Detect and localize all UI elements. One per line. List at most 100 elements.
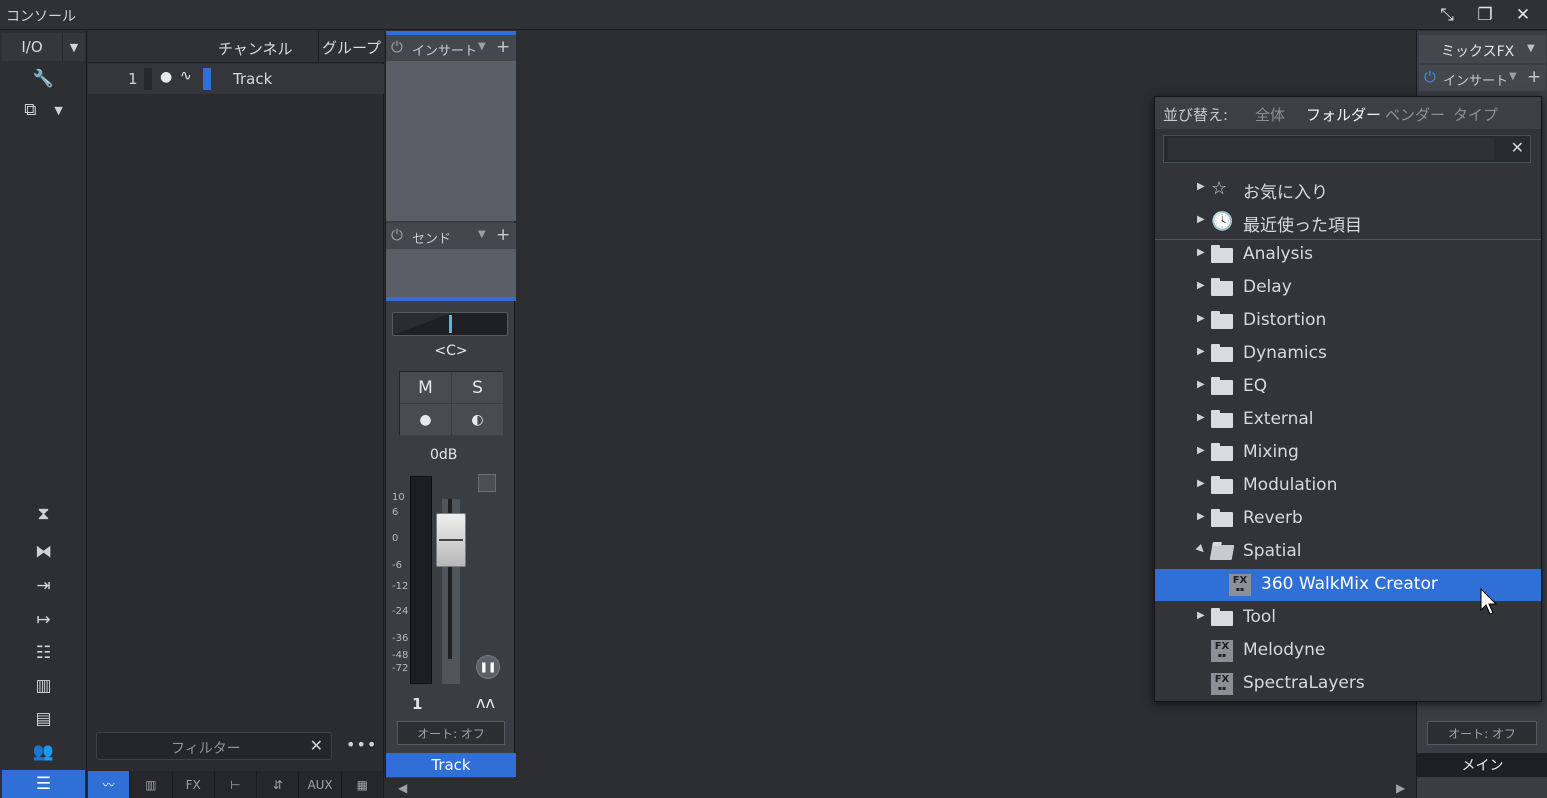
scroll-left-icon[interactable]: ◀: [398, 781, 407, 795]
keyboard-icon[interactable]: ▥: [2, 671, 85, 701]
strip-accent: [386, 297, 516, 301]
power-icon[interactable]: ⏻: [391, 226, 403, 244]
collapse-icon[interactable]: ⤡: [1434, 3, 1460, 27]
tab-group[interactable]: グループ: [318, 31, 384, 63]
sort-type[interactable]: タイプ: [1453, 104, 1498, 125]
channel-row[interactable]: 1 ● ∿ Track: [88, 64, 384, 94]
adjust-icon[interactable]: ⇵: [257, 771, 300, 798]
pause-icon[interactable]: ❚❚: [476, 655, 500, 679]
send-slot-area[interactable]: [386, 249, 516, 297]
record-icon[interactable]: ●: [400, 404, 451, 435]
restore-icon[interactable]: ❐: [1472, 3, 1498, 27]
io-label[interactable]: I/O: [2, 33, 62, 61]
expand-arrow-icon[interactable]: ▶: [1197, 280, 1205, 291]
tree-folder-eq[interactable]: ▶ EQ: [1155, 371, 1541, 403]
wrench-icon[interactable]: 🔧: [2, 64, 85, 94]
stack-icon[interactable]: ▤: [2, 704, 85, 734]
tree-item-favorites[interactable]: ▶ ☆ お気に入り: [1155, 173, 1541, 205]
solo-button[interactable]: S: [452, 372, 503, 403]
add-insert-icon[interactable]: +: [1527, 67, 1541, 87]
waveform-icon[interactable]: 〰: [88, 771, 131, 798]
output-icon[interactable]: ⊢: [215, 771, 258, 798]
close-icon[interactable]: ✕: [1510, 3, 1536, 27]
expand-arrow-icon[interactable]: ▶: [1197, 214, 1205, 225]
chevron-down-icon[interactable]: ▼: [1527, 43, 1535, 54]
tree-folder-delay[interactable]: ▶ Delay: [1155, 272, 1541, 304]
tree-plugin-spectralayers[interactable]: FX ▪▪ SpectraLayers: [1155, 668, 1541, 700]
tab-channel[interactable]: チャンネル: [218, 38, 293, 59]
collapse-arrow-icon[interactable]: ▶: [1194, 543, 1207, 556]
expand-horizontal-icon[interactable]: ⧓: [2, 537, 85, 567]
expand-arrow-icon[interactable]: ▶: [1197, 313, 1205, 324]
channel-list-header: チャンネル グループ: [88, 31, 384, 63]
folder-icon: [1211, 410, 1233, 428]
mixfx-selector[interactable]: ミックスFX ▼: [1419, 35, 1546, 63]
chevron-down-icon[interactable]: ▼: [478, 229, 486, 240]
add-insert-icon[interactable]: +: [496, 37, 510, 57]
tree-folder-external[interactable]: ▶ External: [1155, 404, 1541, 436]
tree-folder-spatial[interactable]: ▶ Spatial: [1155, 536, 1541, 568]
add-send-icon[interactable]: +: [496, 225, 510, 245]
clear-filter-icon[interactable]: ✕: [310, 736, 323, 755]
monitor-icon[interactable]: ◐: [452, 404, 503, 435]
tree-item-label: SpectraLayers: [1243, 673, 1365, 693]
chevron-down-icon[interactable]: ▼: [1509, 71, 1517, 82]
sort-all[interactable]: 全体: [1255, 104, 1285, 125]
tree-folder-distortion[interactable]: ▶ Distortion: [1155, 305, 1541, 337]
horizontal-scrollbar[interactable]: ◀ ▶: [398, 780, 1416, 798]
input-icon[interactable]: ⇥: [2, 571, 85, 601]
expand-arrow-icon[interactable]: ▶: [1197, 379, 1205, 390]
insert-slot-area[interactable]: [386, 61, 516, 221]
expand-arrow-icon[interactable]: ▶: [1197, 610, 1205, 621]
collapse-vertical-icon[interactable]: ⧗: [2, 499, 85, 529]
power-icon[interactable]: ⏻: [1424, 68, 1436, 86]
grid-icon[interactable]: ▦: [342, 771, 384, 798]
mute-button[interactable]: M: [400, 372, 451, 403]
tree-item-recent[interactable]: ▶ 🕓 最近使った項目: [1155, 206, 1541, 238]
expand-arrow-icon[interactable]: ▶: [1197, 412, 1205, 423]
expand-arrow-icon[interactable]: ▶: [1197, 181, 1205, 192]
expand-arrow-icon[interactable]: ▶: [1197, 247, 1205, 258]
plug-icon[interactable]: ⧉ ▼: [2, 95, 85, 125]
expand-arrow-icon[interactable]: ▶: [1197, 511, 1205, 522]
expand-arrow-icon[interactable]: ▶: [1197, 346, 1205, 357]
insert-header: ⏻ インサート ▼ +: [386, 35, 516, 61]
tree-folder-analysis[interactable]: ▶ Analysis: [1155, 239, 1541, 271]
volume-fader[interactable]: [436, 513, 466, 567]
main-insert-label: インサート: [1443, 74, 1509, 89]
automation-button[interactable]: オート: オフ: [397, 721, 505, 745]
power-icon[interactable]: ⏻: [391, 38, 403, 56]
pan-knob[interactable]: [392, 312, 508, 336]
list-icon[interactable]: ☰: [2, 770, 85, 798]
sort-folder[interactable]: フォルダー: [1306, 104, 1381, 125]
tree-folder-dynamics[interactable]: ▶ Dynamics: [1155, 338, 1541, 370]
mixer-icon[interactable]: ☷: [2, 638, 85, 668]
strip-name[interactable]: Track: [386, 753, 516, 777]
keyboard-icon[interactable]: ▥: [130, 771, 173, 798]
tree-plugin-melodyne[interactable]: FX ▪▪ Melodyne: [1155, 635, 1541, 667]
io-selector[interactable]: I/O ▼: [2, 33, 85, 61]
main-strip-name[interactable]: メイン: [1417, 753, 1547, 777]
tree-folder-reverb[interactable]: ▶ Reverb: [1155, 503, 1541, 535]
sort-vendor[interactable]: ベンダー: [1385, 104, 1445, 125]
chevron-down-icon[interactable]: ▼: [62, 33, 85, 61]
scroll-right-icon[interactable]: ▶: [1396, 781, 1405, 795]
plugin-search[interactable]: ✕: [1163, 135, 1531, 163]
expand-arrow-icon[interactable]: ▶: [1197, 445, 1205, 456]
people-icon[interactable]: 👥: [2, 737, 85, 767]
plugin-search-input[interactable]: [1168, 138, 1494, 160]
tab-aux[interactable]: AUX: [299, 771, 342, 798]
tab-fx[interactable]: FX: [173, 771, 215, 798]
chevron-down-icon[interactable]: ▼: [478, 41, 486, 52]
output-icon[interactable]: ↦: [2, 605, 85, 635]
filter-input[interactable]: フィルター ✕: [96, 732, 332, 760]
main-automation-button[interactable]: オート: オフ: [1427, 721, 1537, 745]
more-options-button[interactable]: •••: [346, 735, 377, 754]
tree-folder-mixing[interactable]: ▶ Mixing: [1155, 437, 1541, 469]
waveform-icon[interactable]: ᴧᴧ: [476, 693, 495, 712]
clear-search-icon[interactable]: ✕: [1511, 138, 1524, 157]
expand-icon[interactable]: [478, 474, 496, 492]
expand-arrow-icon[interactable]: ▶: [1197, 478, 1205, 489]
tree-folder-modulation[interactable]: ▶ Modulation: [1155, 470, 1541, 502]
visible-dot-icon[interactable]: ●: [160, 69, 172, 85]
